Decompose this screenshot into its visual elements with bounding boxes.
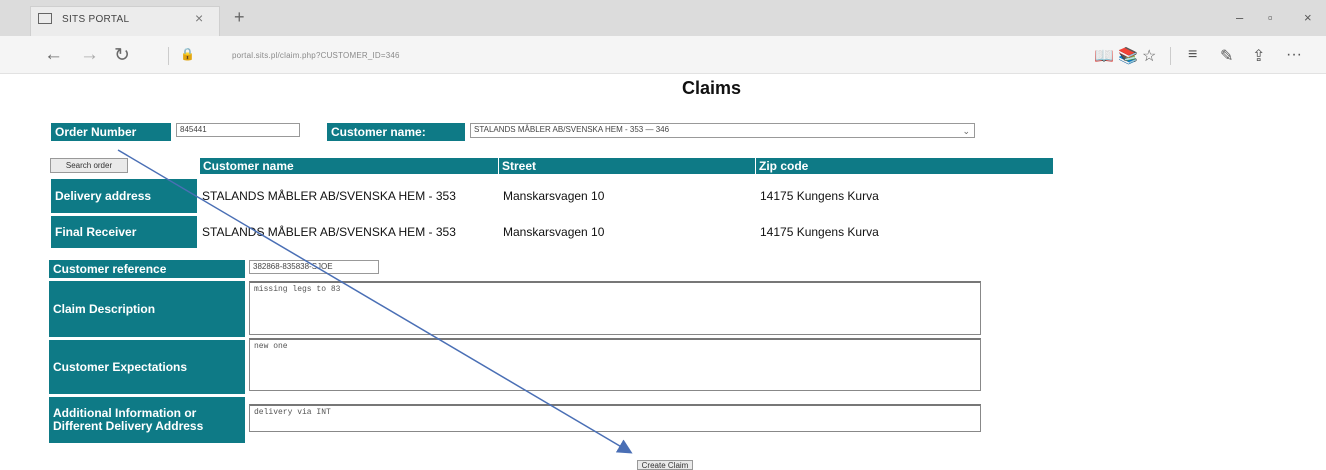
annotation-arrow [117, 149, 633, 454]
